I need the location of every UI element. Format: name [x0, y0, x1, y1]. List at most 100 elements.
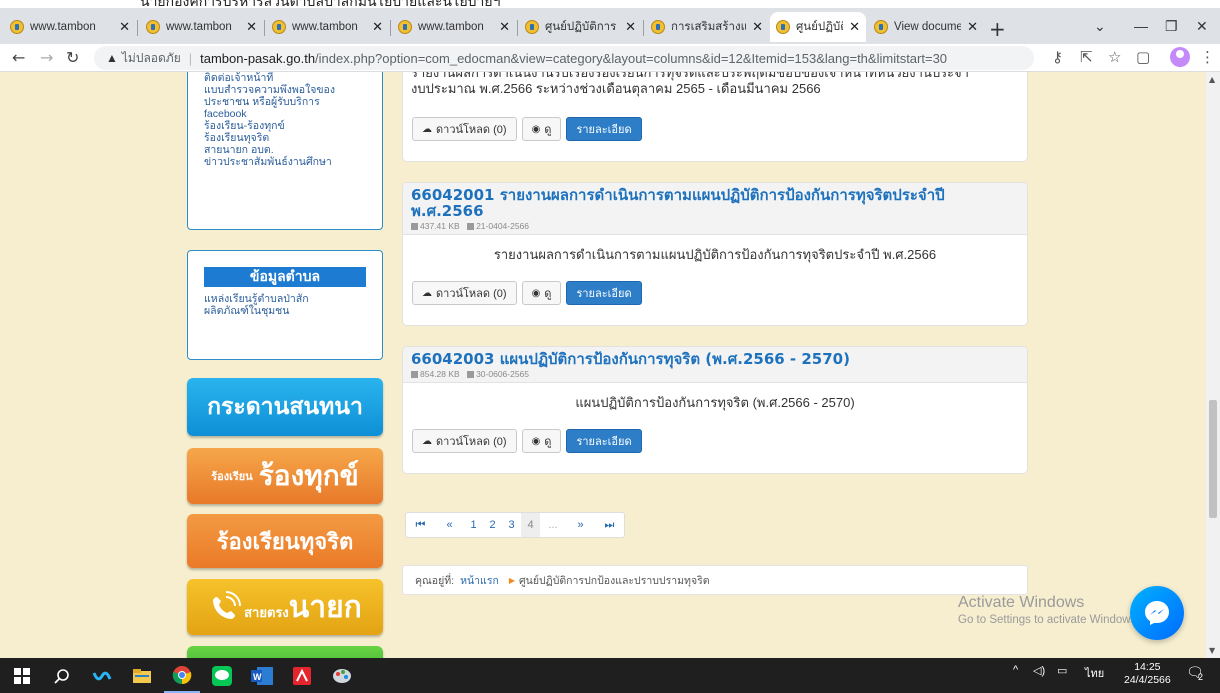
- green-banner[interactable]: [187, 646, 383, 658]
- button-label: รายละเอียด: [576, 124, 632, 136]
- forward-icon[interactable]: →: [40, 48, 53, 67]
- address-bar[interactable]: ▲ ไม่ปลอดภัย | tambon-pasak.go.th /index…: [94, 46, 1034, 70]
- download-button[interactable]: ☁ ดาวน์โหลด (0): [412, 281, 517, 305]
- banner-label: ร้องเรียนทุจริต: [216, 529, 354, 555]
- side-panel-icon[interactable]: ▢: [1136, 48, 1150, 66]
- warning-icon[interactable]: ▲: [106, 51, 118, 65]
- windows-start-icon[interactable]: [4, 658, 40, 693]
- pagination-last[interactable]: ⏭: [595, 513, 624, 537]
- key-icon[interactable]: ⚷: [1052, 48, 1063, 66]
- download-button[interactable]: ☁ ดาวน์โหลด (0): [412, 117, 517, 141]
- browser-tab[interactable]: การเสริมสร้างและ ✕: [645, 12, 769, 42]
- tab-label: View docume: [894, 21, 962, 33]
- browser-tab[interactable]: www.tambon ✕: [392, 12, 516, 42]
- chrome-icon[interactable]: [164, 658, 200, 693]
- page-scrollbar[interactable]: ▲ ▼: [1206, 72, 1220, 658]
- corruption-complaint-banner[interactable]: ร้องเรียนทุจริต: [187, 514, 383, 568]
- document-meta: 854.28 KB 30-0606-2565: [411, 369, 1019, 379]
- breadcrumb: คุณอยู่ที่: หน้าแรก ▶ ศูนย์ปฏิบัติการปกป…: [402, 565, 1028, 595]
- sidebar-link[interactable]: ผลิตภัณฑ์ในชุมชน: [188, 305, 382, 317]
- database-icon: [411, 371, 418, 378]
- close-window-icon[interactable]: ✕: [1196, 18, 1208, 35]
- close-icon[interactable]: ✕: [752, 19, 763, 35]
- browser-tab[interactable]: ศูนย์ปฏิบัติการ ✕: [519, 12, 642, 42]
- sidebar-link[interactable]: ติดต่อเจ้าหน้าที่: [188, 72, 382, 84]
- site-favicon-icon: [10, 20, 24, 34]
- tab-search-icon[interactable]: ⌄: [1094, 18, 1106, 35]
- browser-tab-bar: www.tambon ✕ www.tambon ✕ www.tambon ✕ w…: [0, 8, 1220, 44]
- close-icon[interactable]: ✕: [499, 19, 510, 35]
- menu-dots-icon[interactable]: ⋮: [1200, 48, 1215, 66]
- pagination-page[interactable]: 1: [464, 513, 483, 537]
- sidebar-link[interactable]: facebook: [188, 108, 382, 120]
- sidebar-link[interactable]: ประชาชน หรือผู้รับบริการ: [188, 96, 382, 108]
- close-icon[interactable]: ✕: [849, 19, 860, 35]
- browser-tab[interactable]: www.tambon ✕: [4, 12, 136, 42]
- scrollbar-thumb[interactable]: [1209, 400, 1217, 518]
- messenger-chat-button[interactable]: [1130, 586, 1184, 640]
- close-icon[interactable]: ✕: [119, 19, 130, 35]
- browser-tab[interactable]: www.tambon ✕: [266, 12, 389, 42]
- scroll-up-icon[interactable]: ▲: [1209, 75, 1215, 84]
- left-sidebar: ติดต่อเจ้าหน้าที่ แบบสำรวจความพึงพอใจของ…: [180, 72, 390, 658]
- download-button[interactable]: ☁ ดาวน์โหลด (0): [412, 429, 517, 453]
- document-description: รายงานผลการดำเนินการตามแผนปฏิบัติการป้อง…: [493, 247, 937, 262]
- tray-chevron-icon[interactable]: ^: [1013, 664, 1018, 676]
- bookmark-star-icon[interactable]: ☆: [1108, 48, 1121, 66]
- details-button[interactable]: รายละเอียด: [566, 117, 642, 141]
- sidebar-link[interactable]: แบบสำรวจความพึงพอใจของ: [188, 84, 382, 96]
- view-button[interactable]: ◉ ดู: [521, 117, 562, 141]
- reload-icon[interactable]: ↻: [66, 48, 79, 67]
- close-icon[interactable]: ✕: [246, 19, 257, 35]
- webex-icon[interactable]: [84, 658, 120, 693]
- close-icon[interactable]: ✕: [967, 19, 978, 35]
- acrobat-icon[interactable]: [284, 658, 320, 693]
- profile-avatar-icon[interactable]: [1170, 47, 1190, 67]
- pagination-page[interactable]: 2: [483, 513, 502, 537]
- mayor-hotline-banner[interactable]: สายตรง นายก: [187, 579, 383, 635]
- sidebar-link[interactable]: ร้องเรียน-ร้องทุกข์: [188, 120, 382, 132]
- complaint-banner[interactable]: ร้องเรียน ร้องทุกข์: [187, 448, 383, 504]
- paint-icon[interactable]: [324, 658, 360, 693]
- sidebar-link[interactable]: แหล่งเรียนรู้ตำบลป่าสัก: [188, 293, 382, 305]
- input-language[interactable]: ไทย: [1085, 664, 1104, 682]
- discussion-board-banner[interactable]: กระดานสนทนา: [187, 378, 383, 436]
- view-button[interactable]: ◉ ดู: [521, 429, 562, 453]
- network-icon[interactable]: ▭: [1057, 664, 1067, 677]
- watermark-title: Activate Windows: [958, 594, 1085, 611]
- pagination-next[interactable]: »: [566, 513, 595, 537]
- word-icon[interactable]: W: [244, 658, 280, 693]
- browser-tab-active[interactable]: ศูนย์ปฏิบัติการ ✕: [770, 12, 866, 42]
- view-button[interactable]: ◉ ดู: [521, 281, 562, 305]
- pagination-page[interactable]: 3: [502, 513, 521, 537]
- sidebar-link[interactable]: สายนายก อบต.: [188, 144, 382, 156]
- close-icon[interactable]: ✕: [625, 19, 636, 35]
- minimize-icon[interactable]: —: [1134, 18, 1148, 34]
- system-clock[interactable]: 14:25 24/4/2566: [1124, 661, 1171, 687]
- volume-icon[interactable]: ◁): [1033, 664, 1045, 677]
- sidebar-link[interactable]: ร้องเรียนทุจริต: [188, 132, 382, 144]
- new-tab-icon[interactable]: +: [989, 19, 1006, 39]
- pagination-prev[interactable]: «: [435, 513, 464, 537]
- browser-tab[interactable]: www.tambon ✕: [140, 12, 263, 42]
- document-list: รายงานผลการดำเนินงานรับเรื่องร้องเรียนกา…: [402, 72, 1028, 658]
- close-icon[interactable]: ✕: [372, 19, 383, 35]
- scroll-down-icon[interactable]: ▼: [1209, 646, 1215, 655]
- sidebar-link[interactable]: ข่าวประชาสัมพันธ์งานศึกษา: [188, 156, 382, 168]
- share-icon[interactable]: ⇱: [1080, 48, 1093, 66]
- file-date: 21-0404-2566: [476, 221, 530, 231]
- breadcrumb-home-link[interactable]: หน้าแรก: [460, 572, 499, 589]
- browser-tab[interactable]: View docume ✕: [868, 12, 984, 42]
- back-icon[interactable]: ←: [12, 48, 25, 67]
- details-button[interactable]: รายละเอียด: [566, 429, 642, 453]
- search-icon[interactable]: [44, 658, 80, 693]
- document-title-link[interactable]: 66042003 แผนปฏิบัติการป้องกันการทุจริต (…: [411, 351, 1019, 367]
- file-explorer-icon[interactable]: [124, 658, 160, 693]
- line-app-icon[interactable]: [204, 658, 240, 693]
- tab-separator: [390, 20, 391, 36]
- restore-icon[interactable]: ❐: [1165, 18, 1178, 35]
- button-label: ดู: [544, 288, 552, 300]
- details-button[interactable]: รายละเอียด: [566, 281, 642, 305]
- pagination-first[interactable]: ⏮: [406, 513, 435, 537]
- document-title-link[interactable]: 66042001 รายงานผลการดำเนินการตามแผนปฏิบั…: [411, 187, 1019, 219]
